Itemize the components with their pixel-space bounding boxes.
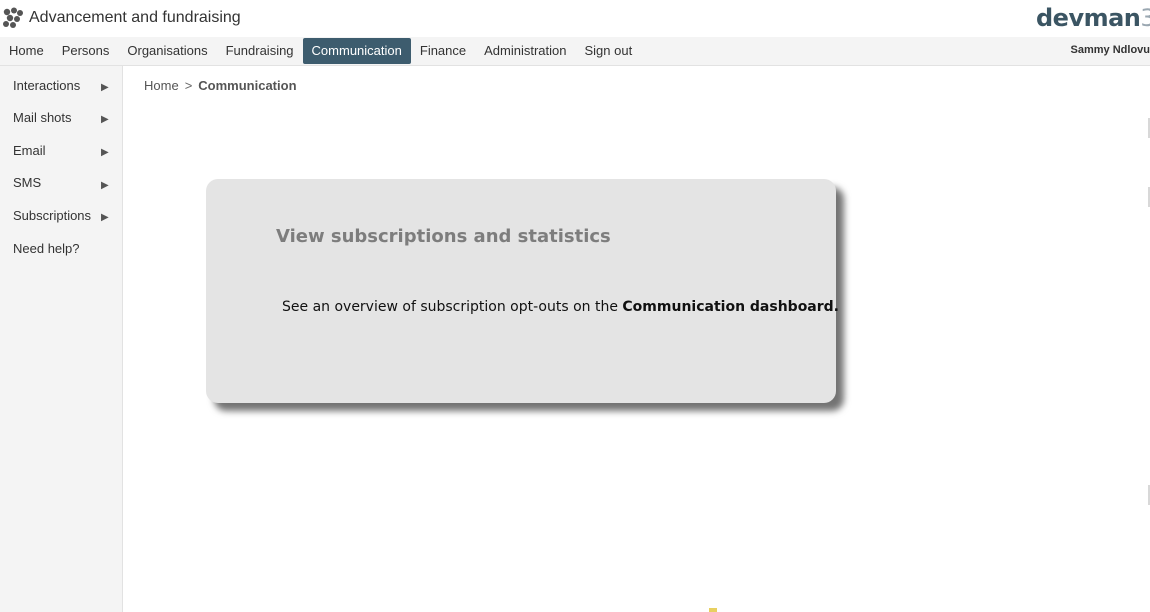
breadcrumb: Home > Communication [144, 78, 297, 93]
breadcrumb-home[interactable]: Home [144, 78, 179, 93]
card-title: View subscriptions and statistics [276, 226, 611, 247]
arrow-right-icon[interactable]: ▶ [101, 212, 109, 223]
nav-persons[interactable]: Persons [53, 38, 119, 64]
sidebar-item-interactions[interactable]: Interactions [13, 78, 80, 93]
breadcrumb-current: Communication [198, 78, 297, 93]
nav-sign-out[interactable]: Sign out [576, 38, 642, 64]
top-nav: Home Persons Organisations Fundraising C… [0, 37, 1150, 66]
sidebar-item-sms[interactable]: SMS [13, 175, 41, 190]
nav-items: Home Persons Organisations Fundraising C… [0, 37, 641, 65]
arrow-right-icon[interactable]: ▶ [101, 180, 109, 191]
arrow-right-icon[interactable]: ▶ [101, 114, 109, 125]
nav-administration[interactable]: Administration [475, 38, 575, 64]
brand-name: devman [1036, 4, 1141, 32]
app-header: Advancement and fundraising devman3 [0, 0, 1150, 38]
card-text-body: See an overview of subscription opt-outs… [282, 299, 623, 315]
arrow-right-icon[interactable]: ▶ [101, 147, 109, 158]
nav-fundraising[interactable]: Fundraising [217, 38, 303, 64]
sidebar-item-need-help[interactable]: Need help? [13, 241, 80, 256]
communication-dashboard-link[interactable]: Communication dashboard. [622, 299, 839, 315]
nav-organisations[interactable]: Organisations [118, 38, 216, 64]
sidebar-item-email[interactable]: Email [13, 143, 46, 158]
app-title: Advancement and fundraising [29, 9, 241, 26]
nav-home[interactable]: Home [0, 38, 53, 64]
sidebar: Interactions ▶ Mail shots ▶ Email ▶ SMS … [0, 66, 123, 612]
arrow-right-icon[interactable]: ▶ [101, 82, 109, 93]
nav-finance[interactable]: Finance [411, 38, 475, 64]
card-text: See an overview of subscription opt-outs… [282, 299, 839, 315]
sidebar-item-subscriptions[interactable]: Subscriptions [13, 208, 91, 223]
bottom-edge-marker [709, 608, 717, 612]
user-name[interactable]: Sammy Ndlovu [1071, 37, 1150, 63]
nav-communication[interactable]: Communication [302, 38, 411, 64]
brand-suffix: 3 [1140, 4, 1150, 32]
sidebar-item-mail-shots[interactable]: Mail shots [13, 110, 72, 125]
app-logo-icon [3, 7, 23, 28]
brand-logo: devman3 [1036, 4, 1150, 32]
info-card: View subscriptions and statistics See an… [206, 179, 839, 403]
breadcrumb-separator: > [184, 78, 193, 93]
